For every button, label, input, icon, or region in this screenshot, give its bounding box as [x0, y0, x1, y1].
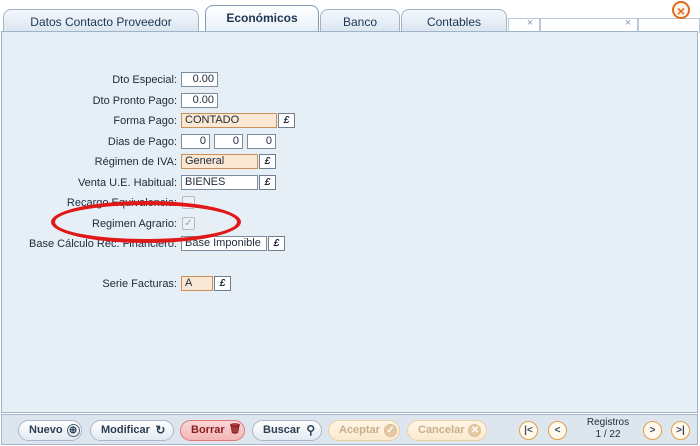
borrar-label: Borrar [191, 424, 225, 436]
modificar-button[interactable]: Modificar ↻ [90, 420, 174, 441]
regimen-iva-picker-icon[interactable]: £ [259, 154, 276, 169]
regimen-iva-label: Régimen de IVA: [94, 156, 177, 168]
aceptar-label: Aceptar [339, 424, 380, 436]
tab-strip: Datos Contacto Proveedor Económicos Banc… [0, 0, 700, 33]
nuevo-label: Nuevo [29, 424, 63, 436]
forma-pago-field[interactable]: CONTADO [181, 113, 277, 128]
registros-label: Registros [586, 417, 630, 428]
dias-pago-field-2[interactable]: 0 [214, 134, 243, 149]
borrar-button[interactable]: Borrar 🗑 [180, 420, 245, 441]
dto-pronto-pago-field[interactable]: 0.00 [181, 93, 218, 108]
modificar-label: Modificar [101, 424, 150, 436]
tab-contables[interactable]: Contables [401, 9, 507, 31]
forma-pago-label: Forma Pago: [113, 115, 177, 127]
serie-facturas-label: Serie Facturas: [102, 278, 177, 290]
prev-record-button[interactable]: < [548, 421, 567, 440]
aceptar-button[interactable]: Aceptar ✓ [328, 420, 400, 441]
check-icon: ✓ [383, 423, 397, 437]
next-record-button[interactable]: > [643, 421, 662, 440]
search-icon: ⚲ [306, 422, 316, 437]
tab-banco[interactable]: Banco [320, 9, 400, 31]
venta-ue-picker-icon[interactable]: £ [259, 175, 276, 190]
buscar-button[interactable]: Buscar ⚲ [252, 420, 322, 441]
regimen-iva-field[interactable]: General [181, 154, 258, 169]
base-calculo-picker-icon[interactable]: £ [268, 236, 285, 251]
tab-close-icon[interactable]: × [621, 16, 635, 30]
nuevo-button[interactable]: Nuevo ⊕ [18, 420, 82, 441]
close-icon[interactable]: × [672, 1, 690, 19]
cancel-icon: ✕ [468, 423, 482, 437]
buscar-label: Buscar [263, 424, 301, 436]
cancelar-label: Cancelar [418, 424, 465, 436]
cancelar-button[interactable]: Cancelar ✕ [407, 420, 487, 441]
tab-datos-contacto-proveedor[interactable]: Datos Contacto Proveedor [3, 9, 199, 31]
serie-facturas-picker-icon[interactable]: £ [214, 276, 231, 291]
first-record-button[interactable]: |< [519, 421, 538, 440]
dto-especial-field[interactable]: 0.00 [181, 72, 218, 87]
dias-pago-label: Dias de Pago: [107, 136, 177, 148]
trash-icon: 🗑 [228, 423, 242, 435]
dto-pronto-pago-label: Dto Pronto Pago: [92, 95, 177, 107]
tab-economicos[interactable]: Económicos [205, 5, 319, 31]
refresh-icon: ↻ [155, 422, 166, 437]
serie-facturas-field[interactable]: A [181, 276, 213, 291]
dias-pago-field-1[interactable]: 0 [181, 134, 210, 149]
last-record-button[interactable]: >| [671, 421, 690, 440]
dto-especial-label: Dto Especial: [112, 74, 177, 86]
registros-counter: Registros 1 / 22 [571, 417, 645, 441]
dias-pago-field-3[interactable]: 0 [247, 134, 276, 149]
venta-ue-field[interactable]: BIENES [181, 175, 258, 190]
bottom-toolbar: Nuevo ⊕ Modificar ↻ Borrar 🗑 Buscar ⚲ Acepta… [1, 414, 698, 445]
registros-position: 1 / 22 [595, 429, 621, 440]
tab-close-icon[interactable]: × [523, 16, 537, 30]
highlight-ellipse [51, 201, 241, 243]
venta-ue-label: Venta U.E. Habitual: [77, 177, 177, 189]
plus-icon: ⊕ [66, 423, 80, 437]
forma-pago-picker-icon[interactable]: £ [278, 113, 295, 128]
